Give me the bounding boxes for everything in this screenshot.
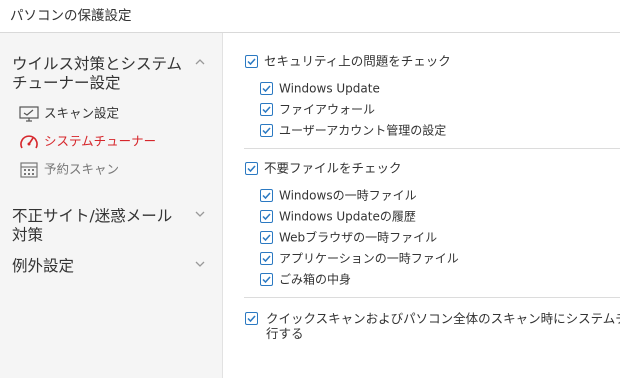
firewall-checkbox[interactable]: ファイアウォール	[260, 101, 375, 119]
divider	[244, 297, 620, 298]
chevron-up-icon[interactable]	[194, 55, 206, 74]
junk-files-checkbox[interactable]: 不要ファイルをチェック	[245, 160, 402, 178]
checkbox[interactable]	[260, 124, 273, 137]
section-label-line1: ウイルス対策とシステム	[12, 55, 183, 73]
window-title: パソコンの保護設定	[10, 8, 132, 24]
checkbox-label-line1: クイックスキャンおよびパソコン全体のスキャン時にシステムチュ	[266, 311, 620, 326]
checkbox[interactable]	[245, 55, 258, 68]
checkbox-label: 不要ファイルをチェック	[264, 160, 402, 176]
section-label-line1: 不正サイト/迷惑メール	[12, 207, 173, 225]
sidebar-item-scheduled-scan[interactable]: 予約スキャン	[19, 159, 209, 179]
windows-update-history-checkbox[interactable]: Windows Updateの履歴	[260, 208, 416, 226]
quick-scan-tuner-checkbox[interactable]: クイックスキャンおよびパソコン全体のスキャン時にシステムチュ 行する	[244, 311, 620, 345]
windows-update-checkbox[interactable]: Windows Update	[260, 80, 380, 98]
sidebar-item-label: 予約スキャン	[44, 161, 120, 177]
recycle-bin-checkbox[interactable]: ごみ箱の中身	[260, 271, 351, 289]
chevron-down-icon[interactable]	[194, 257, 206, 276]
section-malicious-site-spam[interactable]: 不正サイト/迷惑メール 対策	[12, 207, 205, 245]
sidebar-item-label: スキャン設定	[44, 105, 120, 121]
checkbox[interactable]	[260, 103, 273, 116]
monitor-scan-icon	[19, 105, 39, 123]
section-label-line1: 例外設定	[12, 257, 75, 275]
uac-settings-checkbox[interactable]: ユーザーアカウント管理の設定	[260, 122, 446, 140]
checkbox[interactable]	[245, 312, 258, 325]
sidebar-item-system-tuner[interactable]: システムチューナー	[19, 131, 209, 151]
gauge-icon	[19, 133, 39, 151]
chevron-down-icon[interactable]	[194, 207, 206, 226]
section-label-line2: チューナー設定	[12, 74, 121, 92]
checkbox-label: ごみ箱の中身	[279, 272, 352, 287]
section-antivirus-system-tuner[interactable]: ウイルス対策とシステム チューナー設定	[12, 55, 205, 93]
app-temp-files-checkbox[interactable]: アプリケーションの一時ファイル	[260, 250, 459, 268]
checkbox[interactable]	[260, 189, 273, 202]
divider	[244, 148, 620, 149]
checkbox-label-line2: 行する	[266, 326, 304, 341]
checkbox[interactable]	[260, 273, 273, 286]
calendar-icon	[19, 161, 39, 179]
checkbox-label: Windows Update	[279, 81, 380, 96]
checkbox-label: Windows Updateの履歴	[279, 209, 416, 224]
sidebar-item-label: システムチューナー	[44, 133, 157, 149]
sidebar: ウイルス対策とシステム チューナー設定 スキャン設定 システムチューナー 予約ス…	[0, 33, 223, 378]
checkbox[interactable]	[260, 231, 273, 244]
checkbox-label: ファイアウォール	[279, 102, 376, 117]
sidebar-item-scan-settings[interactable]: スキャン設定	[19, 103, 209, 123]
checkbox[interactable]	[245, 162, 258, 175]
checkbox-label: Webブラウザの一時ファイル	[279, 230, 438, 245]
checkbox[interactable]	[260, 210, 273, 223]
browser-temp-files-checkbox[interactable]: Webブラウザの一時ファイル	[260, 229, 437, 247]
checkbox-label: セキュリティ上の問題をチェック	[264, 53, 451, 69]
checkbox-label: ユーザーアカウント管理の設定	[279, 123, 447, 138]
title-bar: パソコンの保護設定	[0, 0, 620, 33]
checkbox[interactable]	[260, 252, 273, 265]
section-exceptions[interactable]: 例外設定	[12, 257, 205, 276]
checkbox[interactable]	[260, 82, 273, 95]
section-label-line2: 対策	[12, 226, 44, 244]
security-check-checkbox[interactable]: セキュリティ上の問題をチェック	[245, 53, 451, 71]
checkbox-label: アプリケーションの一時ファイル	[279, 251, 459, 266]
windows-temp-files-checkbox[interactable]: Windowsの一時ファイル	[260, 187, 417, 205]
checkbox-label: Windowsの一時ファイル	[279, 188, 417, 203]
